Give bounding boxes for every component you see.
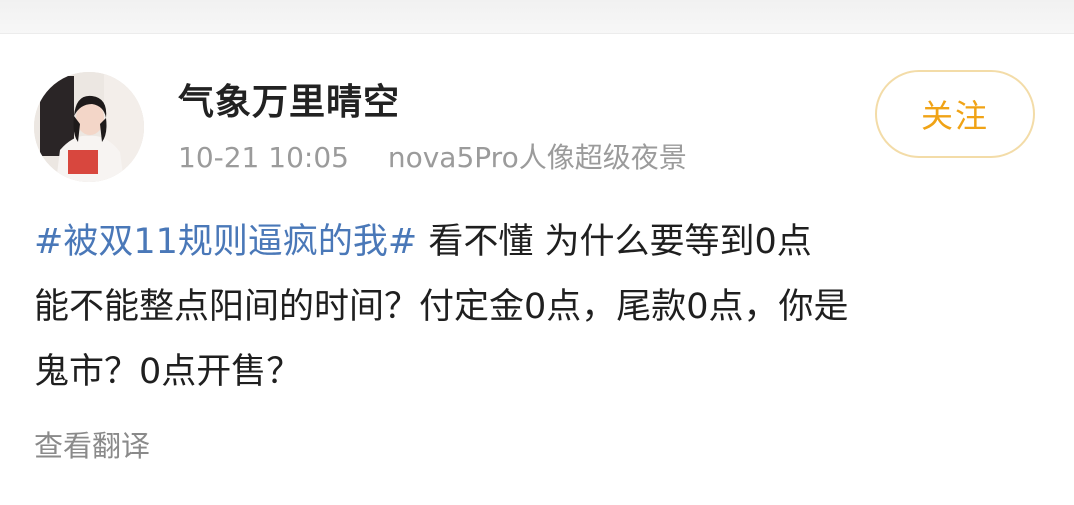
post-text-line-1: 看不懂 为什么要等到0点 bbox=[417, 222, 812, 262]
post-body: #被双11规则逼疯的我# 看不懂 为什么要等到0点 能不能整点阳间的时间？付定金… bbox=[34, 210, 1044, 405]
translate-link[interactable]: 查看翻译 bbox=[34, 426, 150, 466]
author-name[interactable]: 气象万里晴空 bbox=[178, 80, 400, 126]
top-divider-band bbox=[0, 0, 1074, 34]
post-device-source: nova5Pro人像超级夜景 bbox=[387, 141, 687, 174]
page: 气象万里晴空 10-21 10:05 nova5Pro人像超级夜景 关注 #被双… bbox=[0, 0, 1074, 505]
post-body-line-1: #被双11规则逼疯的我# 看不懂 为什么要等到0点 bbox=[34, 210, 1044, 275]
post-text-line-2: 能不能整点阳间的时间？付定金0点，尾款0点，你是 bbox=[34, 287, 849, 327]
hashtag-link[interactable]: #被双11规则逼疯的我# bbox=[34, 222, 417, 262]
follow-button[interactable]: 关注 bbox=[875, 70, 1035, 158]
user-avatar-photo-icon bbox=[34, 72, 144, 182]
follow-button-label: 关注 bbox=[920, 97, 989, 135]
post-meta: 10-21 10:05 nova5Pro人像超级夜景 bbox=[178, 140, 687, 176]
post-timestamp: 10-21 10:05 bbox=[178, 141, 349, 174]
post-text-line-3: 鬼市？0点开售？ bbox=[34, 352, 302, 392]
avatar[interactable] bbox=[34, 72, 144, 182]
